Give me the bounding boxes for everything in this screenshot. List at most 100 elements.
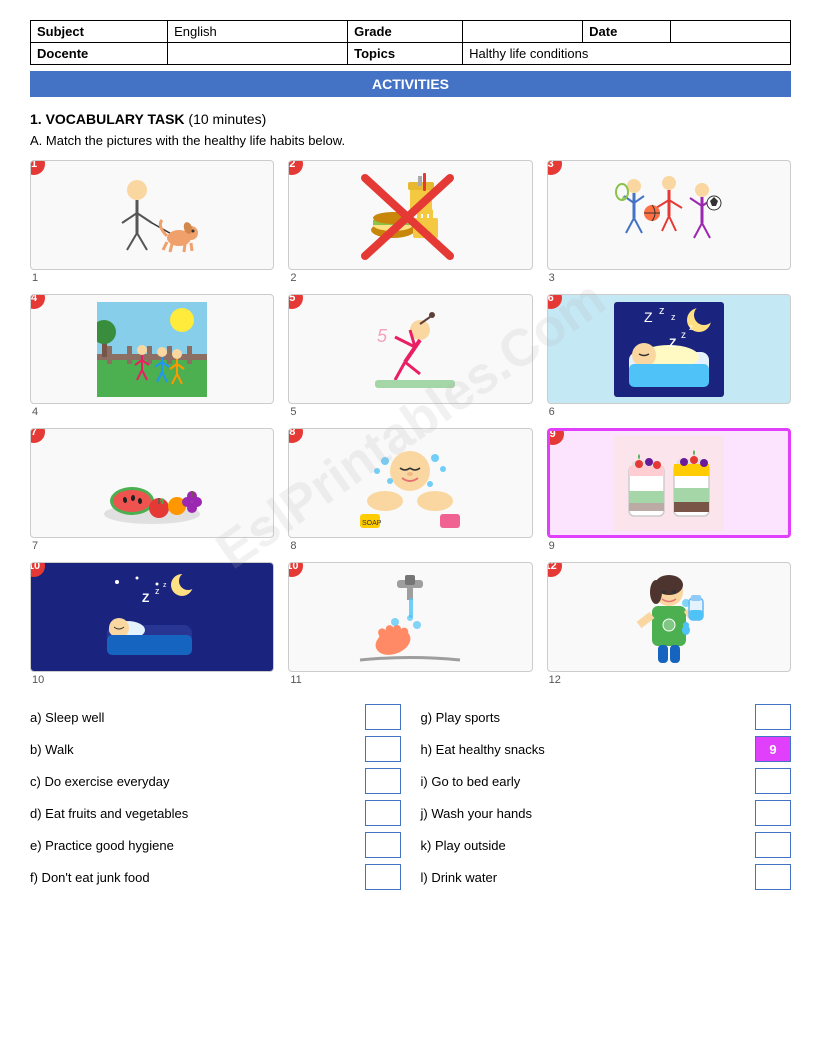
badge-11: 10: [288, 562, 303, 577]
badge-8: 8: [288, 428, 303, 443]
answer-row-right-4: k) Play outside: [421, 832, 792, 858]
illustration-sports: [614, 168, 724, 263]
badge-3: 3: [547, 160, 562, 175]
answer-box[interactable]: [365, 800, 401, 826]
image-box-11: 10: [288, 562, 532, 672]
image-box-3: 3: [547, 160, 791, 270]
svg-text:Z: Z: [644, 309, 653, 325]
answers-section: a) Sleep well b) Walk c) Do exercise eve…: [30, 704, 791, 890]
svg-text:SOAP: SOAP: [362, 520, 382, 527]
subject-label: Subject: [31, 21, 168, 43]
badge-4: 4: [30, 294, 45, 309]
cell-number-6: 6: [547, 406, 555, 418]
badge-7: 7: [30, 428, 45, 443]
answer-label: b) Walk: [30, 742, 355, 757]
answer-box[interactable]: [755, 832, 791, 858]
image-cell-3: 3: [547, 160, 791, 284]
answer-row-left-5: f) Don't eat junk food: [30, 864, 401, 890]
docente-label: Docente: [31, 43, 168, 65]
answer-col-left: a) Sleep well b) Walk c) Do exercise eve…: [30, 704, 401, 890]
illustration-outside: [97, 302, 207, 397]
image-cell-11: 10 11: [288, 562, 532, 686]
image-box-6: 6 Z z z: [547, 294, 791, 404]
badge-5: 5: [288, 294, 303, 309]
illustration-fruits: [97, 436, 207, 531]
illustration-drink-water: [614, 570, 724, 665]
image-box-7: 7: [30, 428, 274, 538]
svg-text:z: z: [659, 305, 665, 317]
illustration-exercise: 5: [355, 302, 465, 397]
cell-number-11: 11: [288, 674, 301, 686]
header-table: Subject English Grade Date Docente Topic…: [30, 20, 791, 65]
answer-row-right-2: i) Go to bed early: [421, 768, 792, 794]
image-box-5: 5 5: [288, 294, 532, 404]
image-box-8: 8: [288, 428, 532, 538]
answer-row-left-3: d) Eat fruits and vegetables: [30, 800, 401, 826]
image-box-10: 10 Z z z: [30, 562, 274, 672]
cell-number-7: 7: [30, 540, 38, 552]
svg-text:Z: Z: [142, 591, 149, 605]
badge-9: 9: [547, 428, 564, 445]
image-grid: 1: [30, 160, 791, 686]
illustration-wash-hands: [355, 570, 465, 665]
answer-box[interactable]: [755, 800, 791, 826]
illustration-walk-dog: [97, 168, 207, 263]
answer-label: a) Sleep well: [30, 710, 355, 725]
topics-label: Topics: [348, 43, 463, 65]
answer-box[interactable]: [365, 768, 401, 794]
answer-box[interactable]: [755, 704, 791, 730]
cell-number-4: 4: [30, 406, 38, 418]
answer-box[interactable]: [365, 704, 401, 730]
image-box-1: 1: [30, 160, 274, 270]
answer-label: d) Eat fruits and vegetables: [30, 806, 355, 821]
image-cell-2: 2 2: [288, 160, 532, 284]
answer-row-left-1: b) Walk: [30, 736, 401, 762]
date-value: [671, 21, 791, 43]
answer-box[interactable]: [365, 832, 401, 858]
cell-number-2: 2: [288, 272, 296, 284]
activities-banner: ACTIVITIES: [30, 71, 791, 97]
image-box-9: 9: [547, 428, 791, 538]
topics-value: Halthy life conditions: [463, 43, 791, 65]
cell-number-9: 9: [547, 540, 555, 552]
answer-label: j) Wash your hands: [421, 806, 746, 821]
answer-col-right: g) Play sports h) Eat healthy snacks 9 i…: [421, 704, 792, 890]
date-label: Date: [583, 21, 671, 43]
answer-box[interactable]: [755, 864, 791, 890]
answer-row-left-4: e) Practice good hygiene: [30, 832, 401, 858]
answer-row-left-2: c) Do exercise everyday: [30, 768, 401, 794]
svg-text:z: z: [689, 323, 693, 332]
grade-value: [463, 21, 583, 43]
badge-2: 2: [288, 160, 303, 175]
answer-label: e) Practice good hygiene: [30, 838, 355, 853]
answer-row-right-5: l) Drink water: [421, 864, 792, 890]
image-cell-9: 9: [547, 428, 791, 552]
answer-row-right-0: g) Play sports: [421, 704, 792, 730]
illustration-healthy-snacks: [614, 436, 724, 531]
answer-label: g) Play sports: [421, 710, 746, 725]
answer-box[interactable]: 9: [755, 736, 791, 762]
answer-box[interactable]: [365, 864, 401, 890]
cell-number-1: 1: [30, 272, 38, 284]
answer-row-right-3: j) Wash your hands: [421, 800, 792, 826]
badge-12: 12: [547, 562, 562, 577]
docente-value: [168, 43, 348, 65]
image-cell-1: 1: [30, 160, 274, 284]
answer-label: c) Do exercise everyday: [30, 774, 355, 789]
svg-text:Z: Z: [669, 336, 676, 350]
svg-text:z: z: [155, 586, 160, 596]
subject-value: English: [168, 21, 348, 43]
image-cell-7: 7: [30, 428, 274, 552]
image-cell-10: 10 Z z z: [30, 562, 274, 686]
answer-box[interactable]: [755, 768, 791, 794]
image-cell-4: 4: [30, 294, 274, 418]
image-cell-5: 5 5 5: [288, 294, 532, 418]
grade-label: Grade: [348, 21, 463, 43]
svg-text:z: z: [671, 312, 676, 322]
cell-number-10: 10: [30, 674, 44, 686]
illustration-sleep: Z z z Z z z: [614, 302, 724, 397]
svg-text:z: z: [163, 582, 167, 589]
answer-box[interactable]: [365, 736, 401, 762]
task-title: 1. VOCABULARY TASK (10 minutes): [30, 111, 791, 127]
badge-1: 1: [30, 160, 45, 175]
